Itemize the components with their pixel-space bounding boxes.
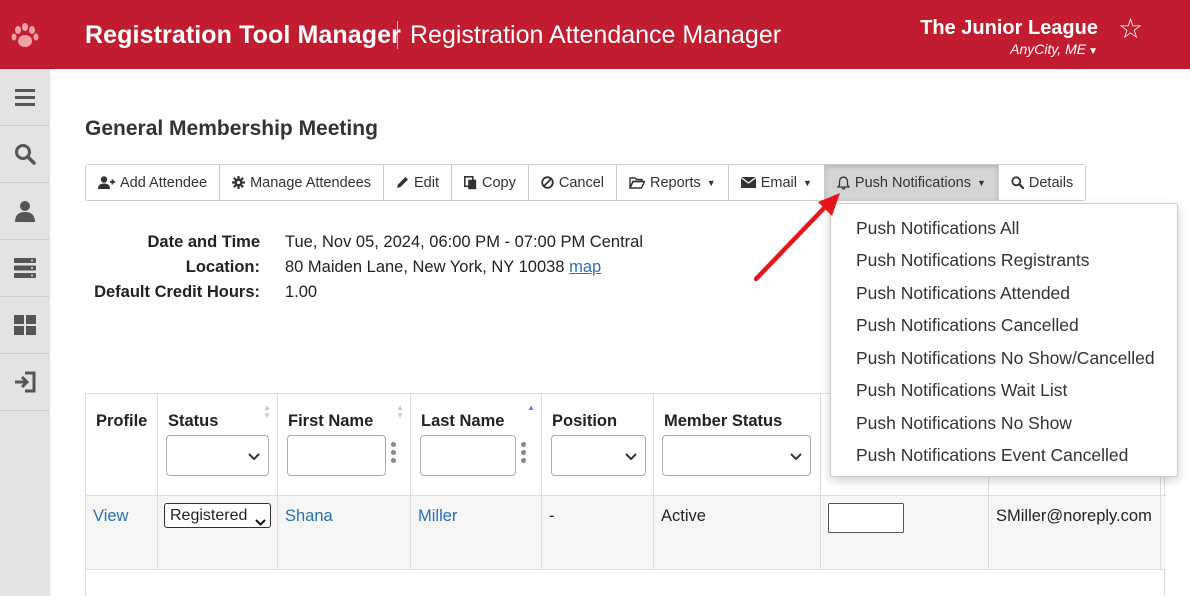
credit-hours-label: Default Credit Hours: <box>94 283 260 301</box>
column-status[interactable]: Status ▲ ▼ <box>158 394 278 495</box>
menu-item-push-no-show[interactable]: Push Notifications No Show <box>831 407 1177 440</box>
push-notifications-dropdown-button[interactable]: Push Notifications ▼ <box>824 165 999 200</box>
copy-button[interactable]: Copy <box>452 165 529 200</box>
chevron-down-icon <box>790 448 802 466</box>
menu-item-push-attended[interactable]: Push Notifications Attended <box>831 277 1177 310</box>
sort-icon[interactable]: ▲ ▼ <box>396 404 404 420</box>
user-icon <box>15 201 35 222</box>
reports-dropdown-button[interactable]: Reports ▼ <box>617 165 729 200</box>
sidebar-item-search[interactable] <box>0 126 50 183</box>
details-button[interactable]: Details <box>998 165 1086 200</box>
caret-down-icon: ▼ <box>802 177 812 188</box>
search-icon <box>15 144 36 165</box>
ban-icon <box>541 176 554 189</box>
column-member-status[interactable]: Member Status <box>654 394 821 495</box>
column-profile: Profile <box>86 394 158 495</box>
manage-attendees-button[interactable]: Manage Attendees <box>220 165 385 200</box>
paw-logo-icon[interactable] <box>0 0 50 69</box>
chevron-down-icon <box>625 448 637 466</box>
menu-item-push-no-show-cancelled[interactable]: Push Notifications No Show/Cancelled <box>831 342 1177 375</box>
app-title: Registration Tool Manager <box>85 21 401 49</box>
sidebar-item-logout[interactable] <box>0 354 50 411</box>
envelope-icon <box>740 177 756 188</box>
org-name: The Junior League <box>920 17 1098 39</box>
search-icon <box>1011 176 1024 189</box>
page-title: General Membership Meeting <box>85 117 378 140</box>
map-link[interactable]: map <box>569 258 601 276</box>
menu-item-push-wait-list[interactable]: Push Notifications Wait List <box>831 375 1177 408</box>
org-switcher[interactable]: The Junior League AnyCity, ME ▼ <box>920 17 1098 57</box>
app-subtitle: Registration Attendance Manager <box>410 21 782 49</box>
attendee-status-select[interactable]: Registered <box>164 503 271 528</box>
user-plus-icon <box>98 176 115 189</box>
edit-button[interactable]: Edit <box>384 165 453 200</box>
position-value: - <box>549 507 555 525</box>
table-row: View Registered Shana Miller - Active SM… <box>86 496 1166 570</box>
chevron-down-icon <box>255 510 266 533</box>
sidebar-item-profile[interactable] <box>0 183 50 240</box>
gear-icon <box>232 176 246 189</box>
last-name-link[interactable]: Miller <box>418 507 457 526</box>
member-status-filter-select[interactable] <box>662 435 811 476</box>
column-last-name[interactable]: Last Name ▲ ▼ <box>411 394 542 495</box>
sort-icon[interactable]: ▲ ▼ <box>263 404 271 420</box>
add-attendee-button[interactable]: Add Attendee <box>86 165 221 200</box>
menu-item-push-cancelled[interactable]: Push Notifications Cancelled <box>831 310 1177 343</box>
date-time-value: Tue, Nov 05, 2024, 06:00 PM - 07:00 PM C… <box>285 233 643 251</box>
sidebar-item-menu[interactable] <box>0 69 50 126</box>
column-first-name[interactable]: First Name ▲ ▼ <box>278 394 411 495</box>
event-details: Date and Time Tue, Nov 05, 2024, 06:00 P… <box>85 230 643 305</box>
sidebar <box>0 69 50 596</box>
org-city: AnyCity, ME <box>1010 41 1087 57</box>
email-value: SMiller@noreply.com <box>996 507 1152 525</box>
view-profile-link[interactable]: View <box>93 507 128 526</box>
pencil-icon <box>396 176 409 189</box>
menu-item-push-all[interactable]: Push Notifications All <box>831 212 1177 245</box>
top-header: Registration Tool Manager Registration A… <box>0 0 1190 69</box>
star-icon[interactable]: ☆ <box>1118 12 1143 45</box>
drag-handle-icon[interactable] <box>391 442 397 466</box>
caret-down-icon: ▼ <box>976 177 986 188</box>
drag-handle-icon[interactable] <box>521 442 527 466</box>
credit-hours-input[interactable] <box>828 503 904 533</box>
copy-icon <box>464 175 477 190</box>
caret-down-icon: ▼ <box>706 177 716 188</box>
column-position[interactable]: Position <box>542 394 654 495</box>
logout-icon <box>15 371 36 393</box>
action-toolbar: Add Attendee Manage Attendees Edit Copy … <box>85 164 1087 201</box>
annotation-arrow-icon <box>753 193 840 282</box>
caret-down-icon: ▼ <box>1088 46 1098 57</box>
menu-item-push-event-cancelled[interactable]: Push Notifications Event Cancelled <box>831 440 1177 473</box>
title-separator <box>397 21 398 49</box>
folder-open-icon <box>629 176 646 189</box>
status-filter-select[interactable] <box>166 435 269 476</box>
chevron-down-icon <box>248 448 260 466</box>
sidebar-item-dashboard[interactable] <box>0 297 50 354</box>
last-name-filter-input[interactable] <box>420 435 516 476</box>
first-name-link[interactable]: Shana <box>285 507 333 526</box>
dashboard-icon <box>14 315 36 335</box>
location-label: Location: <box>185 258 260 276</box>
cancel-event-button[interactable]: Cancel <box>528 165 618 200</box>
position-filter-select[interactable] <box>551 435 646 476</box>
location-value: 80 Maiden Lane, New York, NY 10038 <box>285 258 565 276</box>
credit-hours-value: 1.00 <box>285 283 318 301</box>
menu-icon <box>15 89 35 106</box>
push-notifications-menu: Push Notifications All Push Notification… <box>830 203 1178 477</box>
menu-item-push-registrants[interactable]: Push Notifications Registrants <box>831 245 1177 278</box>
server-icon <box>14 258 36 278</box>
date-time-label: Date and Time <box>147 233 260 251</box>
sidebar-item-server[interactable] <box>0 240 50 297</box>
sort-asc-icon[interactable]: ▲ ▼ <box>527 404 535 420</box>
member-status-value: Active <box>661 507 706 525</box>
first-name-filter-input[interactable] <box>287 435 386 476</box>
